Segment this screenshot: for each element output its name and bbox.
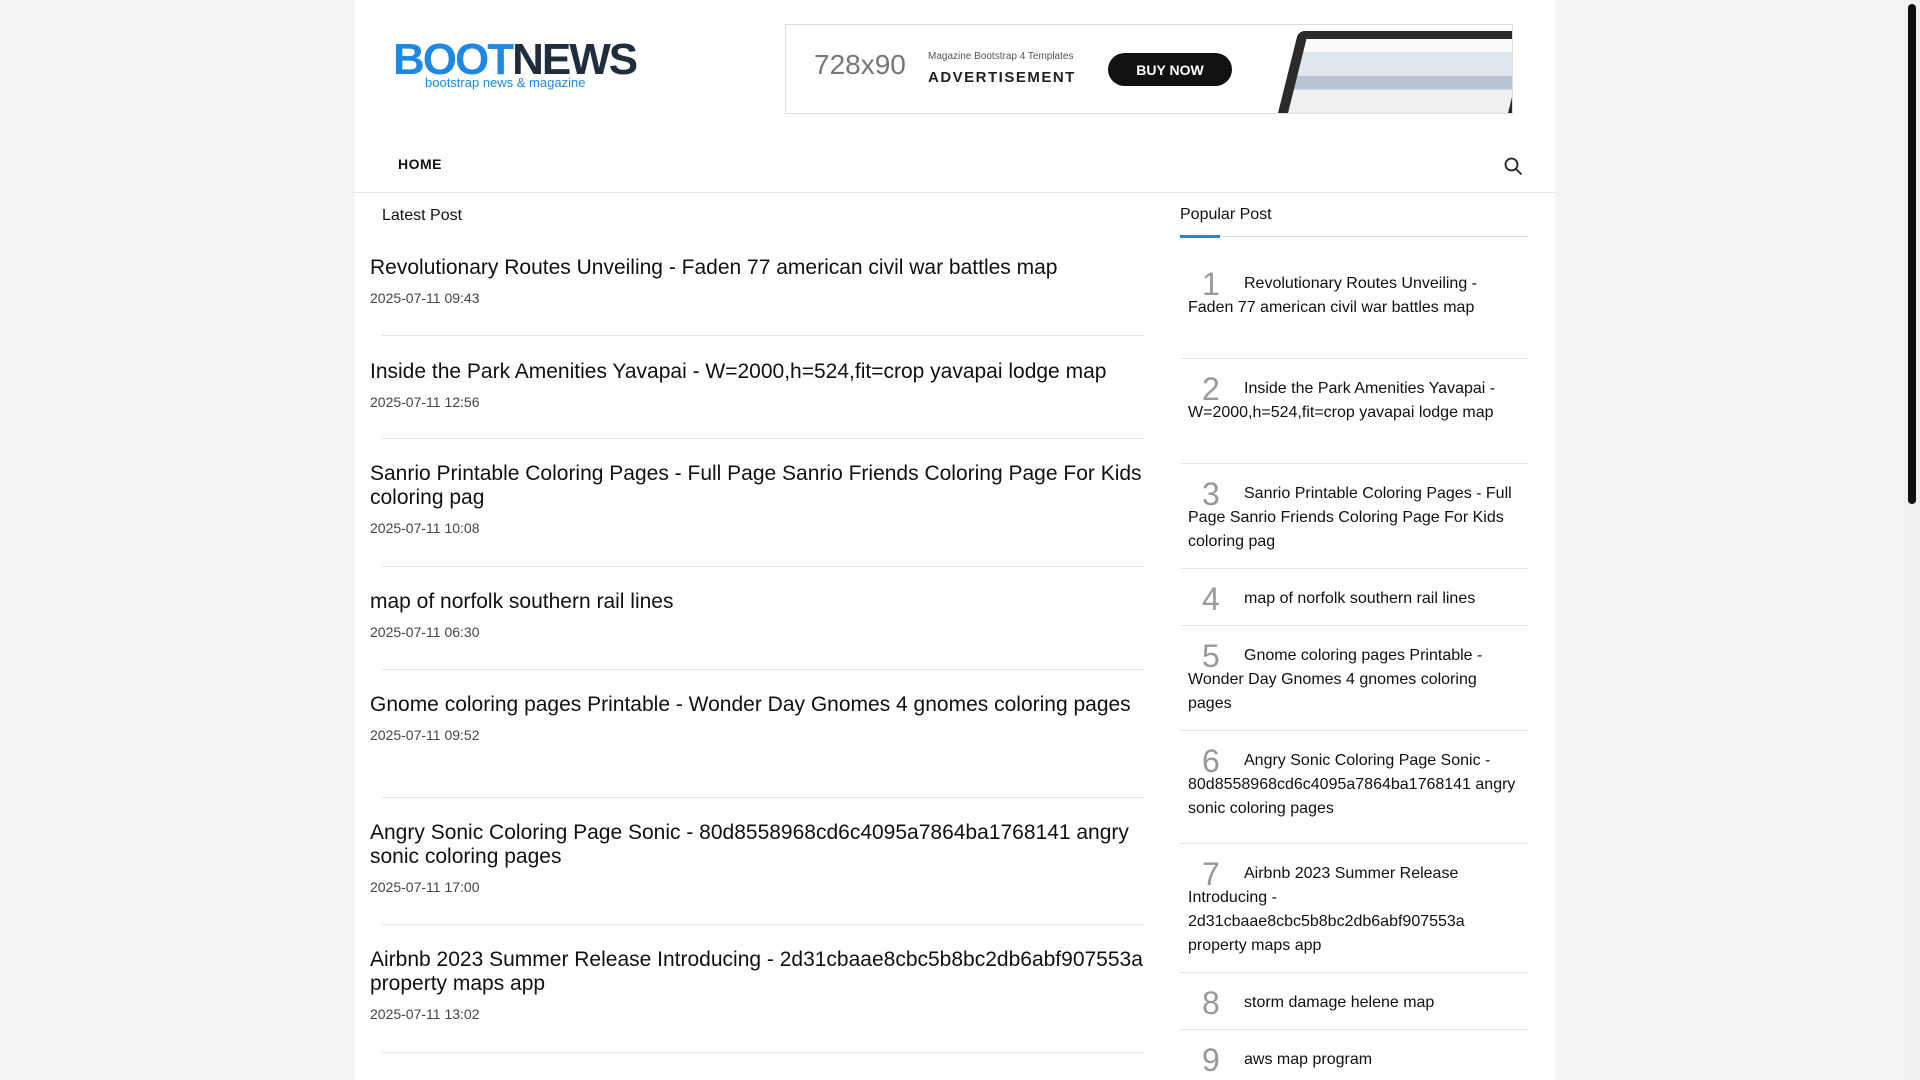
post-date: 2025-07-11 09:52 (370, 727, 480, 743)
popular-item[interactable]: 5 Gnome coloring pages Printable - Wonde… (1180, 626, 1528, 731)
post-title[interactable]: Angry Sonic Coloring Page Sonic - 80d855… (370, 821, 1145, 869)
ad-buy-now-button[interactable]: BUY NOW (1108, 53, 1232, 86)
post-item[interactable]: Angry Sonic Coloring Page Sonic - 80d855… (370, 821, 1145, 895)
popular-item-title[interactable]: Inside the Park Amenities Yavapai - W=20… (1188, 377, 1518, 425)
post-item[interactable]: Inside the Park Amenities Yavapai - W=20… (370, 360, 1145, 410)
main-nav: HOME (355, 140, 1555, 193)
popular-item-title[interactable]: Gnome coloring pages Printable - Wonder … (1188, 644, 1518, 716)
post-divider (382, 566, 1144, 567)
popular-item-title[interactable]: Airbnb 2023 Summer Release Introducing -… (1188, 862, 1518, 958)
post-title[interactable]: Inside the Park Amenities Yavapai - W=20… (370, 360, 1145, 384)
popular-item[interactable]: 3 Sanrio Printable Coloring Pages - Full… (1180, 464, 1528, 569)
popular-item[interactable]: 4 map of norfolk southern rail lines (1180, 569, 1528, 626)
latest-post-heading: Latest Post (382, 207, 463, 224)
popular-item[interactable]: 7 Airbnb 2023 Summer Release Introducing… (1180, 844, 1528, 973)
nav-home-link[interactable]: HOME (398, 156, 442, 172)
popular-item[interactable]: 1 Revolutionary Routes Unveiling - Faden… (1180, 238, 1528, 359)
popular-item-title[interactable]: map of norfolk southern rail lines (1188, 587, 1518, 611)
post-divider (382, 924, 1144, 925)
post-date: 2025-07-11 09:43 (370, 290, 480, 306)
post-divider (382, 669, 1144, 670)
advertisement-banner[interactable]: 728x90 Magazine Bootstrap 4 Templates AD… (785, 24, 1513, 114)
popular-post-heading: Popular Post (1180, 206, 1272, 223)
post-title[interactable]: map of norfolk southern rail lines (370, 590, 1145, 614)
post-divider (382, 438, 1144, 439)
post-item[interactable]: map of norfolk southern rail lines 2025-… (370, 590, 1145, 640)
post-title[interactable]: Revolutionary Routes Unveiling - Faden 7… (370, 256, 1145, 280)
popular-item[interactable]: 2 Inside the Park Amenities Yavapai - W=… (1180, 359, 1528, 464)
post-item[interactable]: Airbnb 2023 Summer Release Introducing -… (370, 948, 1145, 1022)
scrollbar-thumb[interactable] (1908, 4, 1916, 504)
page-scrollbar[interactable] (1904, 0, 1920, 1080)
popular-item-title[interactable]: aws map program (1188, 1048, 1518, 1072)
post-divider (382, 335, 1144, 336)
ad-label: ADVERTISEMENT (928, 69, 1076, 86)
post-date: 2025-07-11 13:02 (370, 1006, 480, 1022)
ad-device-image (1273, 31, 1512, 113)
ad-small-text: Magazine Bootstrap 4 Templates (928, 51, 1074, 62)
post-item[interactable]: Sanrio Printable Coloring Pages - Full P… (370, 462, 1145, 536)
post-title[interactable]: Sanrio Printable Coloring Pages - Full P… (370, 462, 1145, 510)
post-date: 2025-07-11 17:00 (370, 879, 480, 895)
popular-item-title[interactable]: Angry Sonic Coloring Page Sonic - 80d855… (1188, 749, 1518, 821)
popular-item-title[interactable]: Sanrio Printable Coloring Pages - Full P… (1188, 482, 1518, 554)
popular-item[interactable]: 8 storm damage helene map (1180, 973, 1528, 1030)
post-divider (382, 1052, 1144, 1053)
post-date: 2025-07-11 06:30 (370, 624, 480, 640)
site-logo[interactable]: BOOTNEWS bootstrap news & magazine (393, 38, 638, 91)
popular-item-title[interactable]: storm damage helene map (1188, 991, 1518, 1015)
post-title[interactable]: Airbnb 2023 Summer Release Introducing -… (370, 948, 1145, 996)
post-item[interactable]: Revolutionary Routes Unveiling - Faden 7… (370, 256, 1145, 306)
popular-item[interactable]: 6 Angry Sonic Coloring Page Sonic - 80d8… (1180, 731, 1528, 844)
logo-tagline: bootstrap news & magazine (425, 75, 586, 90)
post-title[interactable]: Gnome coloring pages Printable - Wonder … (370, 693, 1145, 717)
popular-heading-underline (1180, 236, 1528, 237)
post-date: 2025-07-11 10:08 (370, 520, 480, 536)
ad-size-label: 728x90 (814, 49, 906, 80)
post-item[interactable]: Gnome coloring pages Printable - Wonder … (370, 693, 1145, 743)
popular-item[interactable]: 9 aws map program (1180, 1030, 1528, 1080)
search-icon[interactable] (1503, 156, 1523, 176)
post-divider (382, 797, 1144, 798)
page-container: BOOTNEWS bootstrap news & magazine 728x9… (355, 0, 1555, 1080)
popular-item-title[interactable]: Revolutionary Routes Unveiling - Faden 7… (1188, 272, 1518, 320)
post-date: 2025-07-11 12:56 (370, 394, 480, 410)
